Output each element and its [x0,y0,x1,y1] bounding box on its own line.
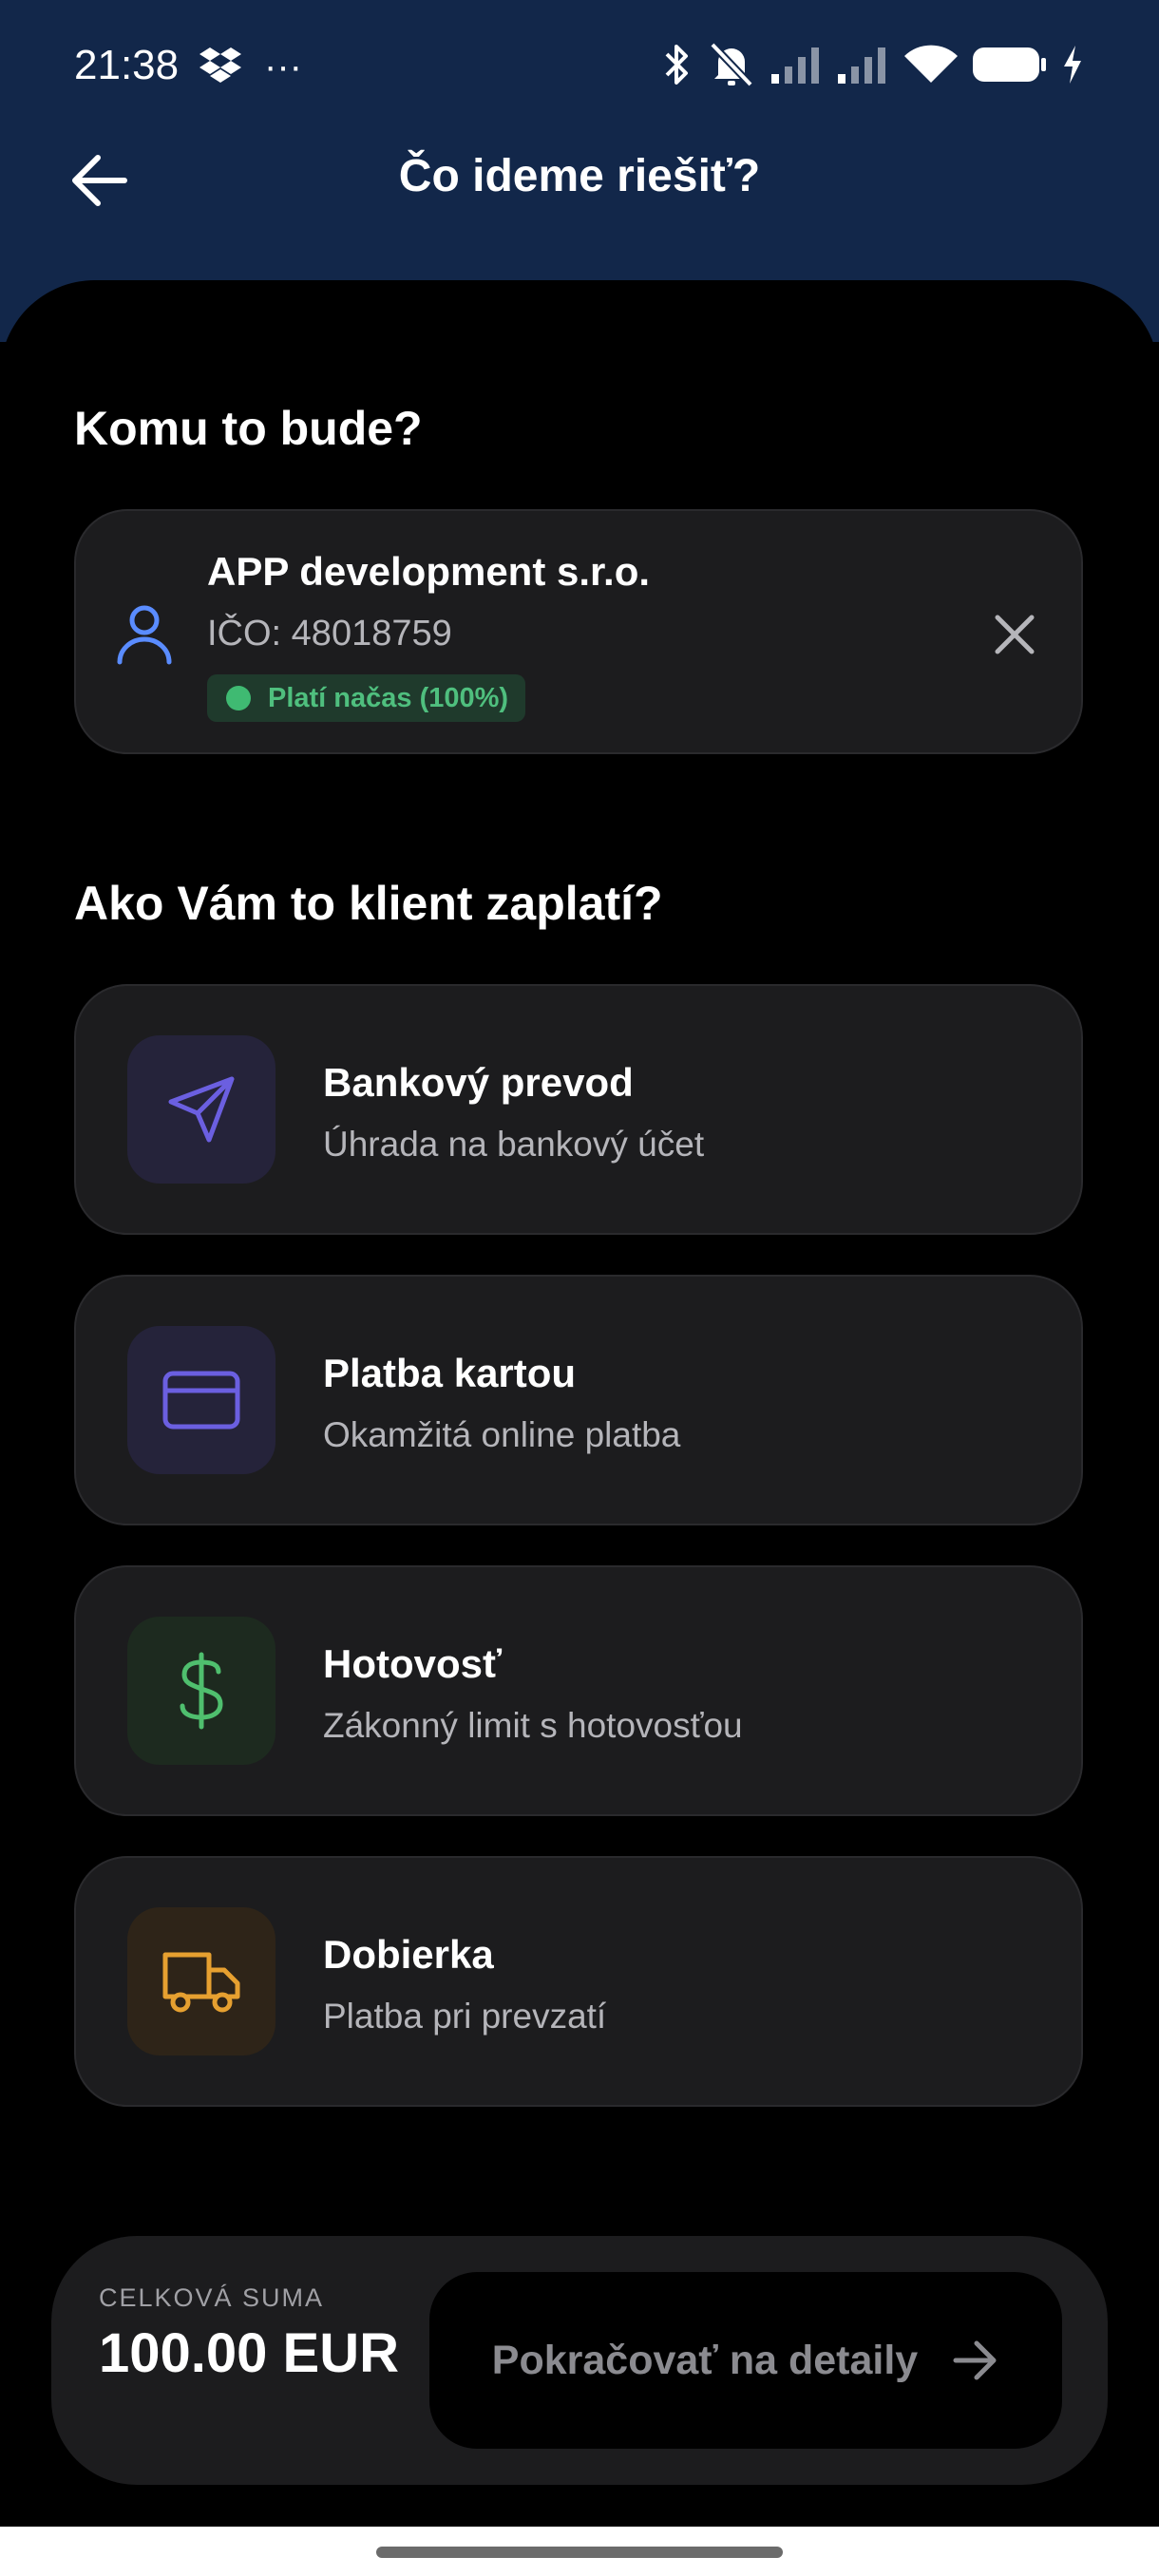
status-dot-icon [226,686,251,710]
dollar-icon [180,1652,223,1730]
page-title: Čo ideme riešiť? [398,151,761,201]
option-title: Platba kartou [323,1351,577,1395]
credit-card-icon [162,1371,240,1430]
silent-bell-icon [707,41,756,93]
client-name: APP development s.r.o. [207,549,651,594]
total-label: CELKOVÁ SUMA [99,2283,325,2312]
option-subtitle: Okamžitá online platba [323,1415,681,1454]
payment-option-cod[interactable]: Dobierka Platba pri prevzatí [74,1856,1083,2107]
home-indicator[interactable] [376,2547,783,2558]
wifi-icon [904,45,958,89]
option-subtitle: Platba pri prevzatí [323,1997,607,2036]
signal-icon-1 [771,46,823,88]
charging-icon [1062,45,1083,88]
dropbox-icon [200,46,241,88]
client-ico: IČO: 48018759 [207,614,452,653]
option-icon-box [127,1035,276,1184]
status-time: 21:38 [74,42,180,88]
option-icon-box [127,1326,276,1474]
option-icon-box [127,1617,276,1765]
payment-option-card[interactable]: Platba kartou Okamžitá online platba [74,1275,1083,1525]
badge-label: Platí načas (100%) [268,682,509,713]
payment-option-bank-transfer[interactable]: Bankový prevod Úhrada na bankový účet [74,984,1083,1235]
arrow-right-icon [953,2340,997,2380]
selected-client-card[interactable]: APP development s.r.o. IČO: 48018759 Pla… [74,509,1083,754]
signal-icon-2 [838,46,889,88]
payment-status-badge: Platí načas (100%) [207,674,526,722]
total-amount: 100.00 EUR [99,2322,399,2384]
payment-section-title: Ako Vám to klient zaplatí? [74,877,663,930]
send-icon [168,1076,235,1143]
status-bar: 21:38 ··· [0,0,1159,133]
truck-icon [162,1952,240,2013]
payment-option-cash[interactable]: Hotovosť Zákonný limit s hotovosťou [74,1565,1083,1816]
bluetooth-icon [663,41,692,93]
remove-client-button[interactable] [986,606,1043,663]
battery-icon [973,46,1047,88]
option-subtitle: Úhrada na bankový účet [323,1125,705,1164]
continue-button-label: Pokračovať na detaily [491,2337,919,2383]
checkout-footer: CELKOVÁ SUMA 100.00 EUR Pokračovať na de… [51,2236,1108,2485]
person-icon [114,601,175,672]
continue-button[interactable]: Pokračovať na detaily [429,2272,1062,2449]
option-icon-box [127,1907,276,2055]
option-subtitle: Zákonný limit s hotovosťou [323,1706,743,1745]
option-title: Hotovosť [323,1641,503,1686]
close-icon [995,615,1035,654]
option-title: Bankový prevod [323,1060,634,1105]
option-title: Dobierka [323,1932,494,1977]
client-section-title: Komu to bude? [74,402,423,455]
more-notifications-icon: ··· [264,45,302,87]
